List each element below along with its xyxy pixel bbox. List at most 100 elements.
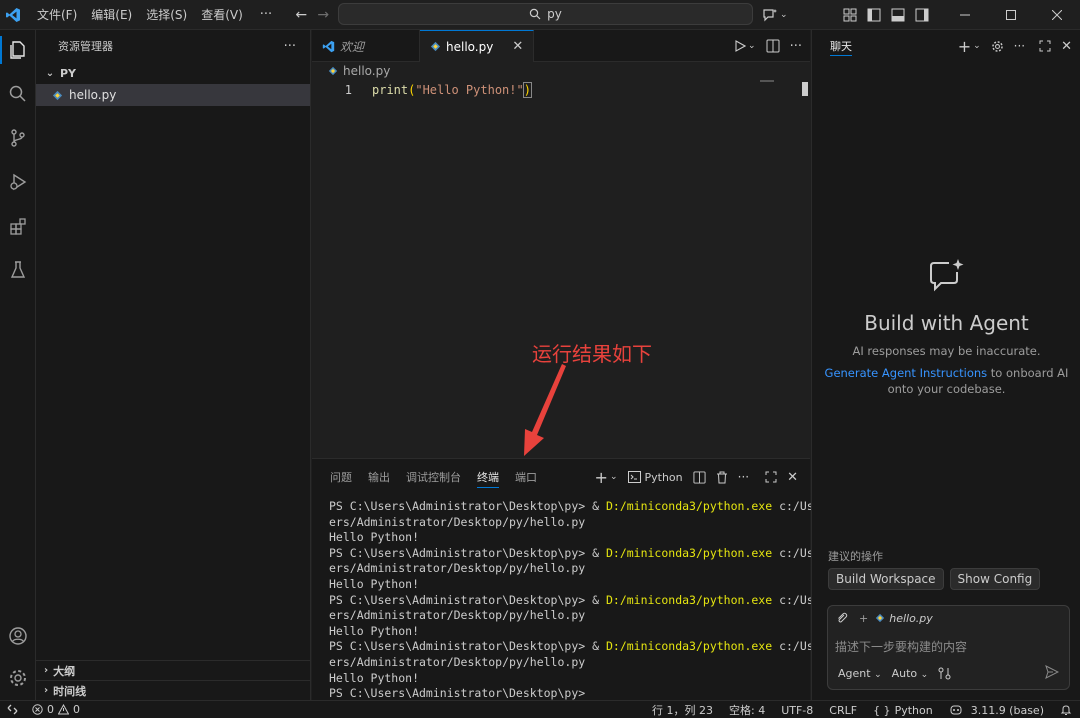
terminal-line: Hello Python! — [329, 530, 810, 546]
split-terminal-icon[interactable] — [693, 470, 706, 484]
source-control-icon[interactable] — [0, 118, 36, 158]
run-python-icon[interactable]: ⌄ — [734, 40, 756, 52]
testing-flask-icon[interactable] — [0, 250, 36, 290]
terminal-line: PS C:\Users\Administrator\Desktop\py> & … — [329, 639, 814, 655]
token-function: print — [372, 82, 409, 97]
chat-actions: + ⌄ ··· ✕ — [958, 30, 1072, 62]
command-center-search[interactable]: py — [338, 3, 753, 25]
new-terminal-icon[interactable]: + — [595, 468, 608, 487]
chat-title[interactable]: 聊天 — [830, 30, 852, 62]
editor-more-icon[interactable]: ··· — [790, 39, 802, 54]
toggle-primary-sidebar-icon[interactable] — [862, 0, 886, 30]
tab-ports[interactable]: 端口 — [507, 459, 545, 495]
tab-welcome[interactable]: 欢迎 — [312, 30, 420, 62]
notifications-bell-icon[interactable] — [1060, 704, 1072, 716]
close-panel-icon[interactable]: ✕ — [787, 470, 798, 485]
new-chat-icon[interactable]: + — [958, 37, 971, 56]
editor-tabs: 欢迎 hello.py ✕ ⌄ ··· — [312, 30, 810, 62]
tab-debug-console[interactable]: 调试控制台 — [398, 459, 469, 495]
outline-label: 大纲 — [53, 664, 76, 678]
menu-view[interactable]: 查看(V) — [194, 4, 250, 26]
warning-count: 0 — [73, 703, 80, 716]
customize-layout-icon[interactable] — [838, 0, 862, 30]
terminal-output[interactable]: PS C:\Users\Administrator\Desktop\py> & … — [312, 495, 814, 702]
back-arrow-icon[interactable]: ← — [290, 7, 312, 23]
outline-section[interactable]: › 大纲 — [36, 660, 311, 680]
folder-py[interactable]: ⌄ PY — [36, 62, 310, 84]
maximize-chat-icon[interactable] — [1039, 40, 1051, 52]
toggle-secondary-sidebar-icon[interactable] — [910, 0, 934, 30]
terminal-line: ers/Administrator/Desktop/py/hello.py — [329, 655, 810, 671]
close-tab-icon[interactable]: ✕ — [512, 39, 523, 54]
agent-instructions-link[interactable]: Generate Agent Instructions — [825, 366, 988, 380]
toggle-panel-icon[interactable] — [886, 0, 910, 30]
mode-picker[interactable]: Agent ⌄ — [838, 667, 882, 680]
terminal-shell-selector[interactable]: Python — [627, 471, 683, 484]
context-file[interactable]: hello.py — [889, 612, 933, 625]
forward-arrow-icon[interactable]: → — [312, 7, 334, 23]
terminal-prompt: PS C:\Users\Administrator\Desktop\py> — [329, 686, 593, 701]
panel-more-icon[interactable]: ··· — [738, 470, 749, 484]
maximize-panel-icon[interactable] — [765, 471, 777, 483]
terminal-line: PS C:\Users\Administrator\Desktop\py> & … — [329, 499, 814, 515]
menu-file[interactable]: 文件(F) — [30, 4, 84, 26]
build-workspace-button[interactable]: Build Workspace — [828, 568, 944, 590]
show-config-button[interactable]: Show Config — [949, 568, 1041, 590]
minimize-button[interactable] — [942, 0, 988, 30]
trash-icon[interactable] — [716, 471, 728, 484]
cursor-position[interactable]: 行 1，列 23 — [652, 702, 713, 718]
send-icon[interactable] — [1045, 665, 1059, 679]
chat-input-placeholder[interactable]: 描述下一步要构建的内容 — [828, 638, 1069, 655]
add-context-icon[interactable]: + — [859, 612, 868, 625]
menu-selection[interactable]: 选择(S) — [139, 4, 194, 26]
problems-status[interactable]: 0 0 — [32, 703, 80, 716]
menu-edit[interactable]: 编辑(E) — [84, 4, 139, 26]
gear-icon[interactable] — [991, 40, 1004, 53]
extensions-icon[interactable] — [0, 206, 36, 246]
maximize-button[interactable] — [988, 0, 1034, 30]
scrollbar-thumb[interactable] — [802, 82, 808, 96]
chat-welcome: Build with Agent AI responses may be ina… — [812, 258, 1080, 397]
python-interpreter[interactable]: 3.11.9 (base) — [949, 704, 1044, 717]
breadcrumb[interactable]: hello.py — [312, 62, 810, 80]
explorer-icon[interactable] — [0, 30, 36, 70]
minimap[interactable] — [760, 80, 774, 82]
chevron-down-icon: ⌄ — [874, 669, 882, 680]
chat-disclaimer: AI responses may be inaccurate. — [852, 344, 1041, 358]
timeline-section[interactable]: › 时间线 — [36, 680, 311, 700]
terminal-arg: ers/Administrator/Desktop/py/hello.py — [329, 608, 586, 623]
tools-icon[interactable] — [938, 667, 951, 680]
activity-bar — [0, 30, 36, 700]
chat-input-box[interactable]: + hello.py 描述下一步要构建的内容 Agent ⌄ Auto ⌄ — [827, 605, 1070, 690]
tab-hello-py[interactable]: hello.py ✕ — [420, 30, 535, 62]
run-debug-icon[interactable] — [0, 162, 36, 202]
remote-icon[interactable] — [0, 701, 24, 718]
close-window-button[interactable] — [1034, 0, 1080, 30]
attach-paperclip-icon[interactable] — [836, 612, 848, 624]
tab-terminal[interactable]: 终端 — [469, 459, 507, 495]
file-hello-py[interactable]: hello.py — [36, 84, 310, 106]
line-ending[interactable]: CRLF — [829, 704, 857, 717]
close-chat-icon[interactable]: ✕ — [1061, 39, 1072, 54]
chat-onboard-text: Generate Agent Instructions to onboard A… — [812, 365, 1080, 397]
code-line-1[interactable]: 1 print("Hello Python!") — [312, 80, 810, 99]
model-picker[interactable]: Auto ⌄ — [892, 667, 929, 680]
chevron-down-icon[interactable]: ⌄ — [973, 41, 981, 51]
sidebar-more-button[interactable]: ··· — [284, 39, 296, 54]
split-editor-icon[interactable] — [766, 39, 780, 53]
chevron-down-icon[interactable]: ⌄ — [610, 472, 618, 482]
copilot-menu[interactable]: ⌄ — [762, 0, 788, 30]
account-icon[interactable] — [0, 616, 36, 656]
mode-label: Agent — [838, 666, 871, 680]
encoding[interactable]: UTF-8 — [781, 704, 813, 717]
terminal-line: PS C:\Users\Administrator\Desktop\py> & … — [329, 593, 814, 609]
tab-output[interactable]: 输出 — [360, 459, 398, 495]
language-mode[interactable]: { } Python — [873, 704, 933, 717]
tab-problems[interactable]: 问题 — [322, 459, 360, 495]
chat-more-icon[interactable]: ··· — [1014, 39, 1025, 53]
settings-gear-icon[interactable] — [0, 658, 36, 698]
indentation[interactable]: 空格: 4 — [729, 702, 765, 718]
line-number: 1 — [344, 82, 352, 97]
search-icon[interactable] — [0, 74, 36, 114]
menu-more-button[interactable]: ··· — [250, 4, 282, 26]
